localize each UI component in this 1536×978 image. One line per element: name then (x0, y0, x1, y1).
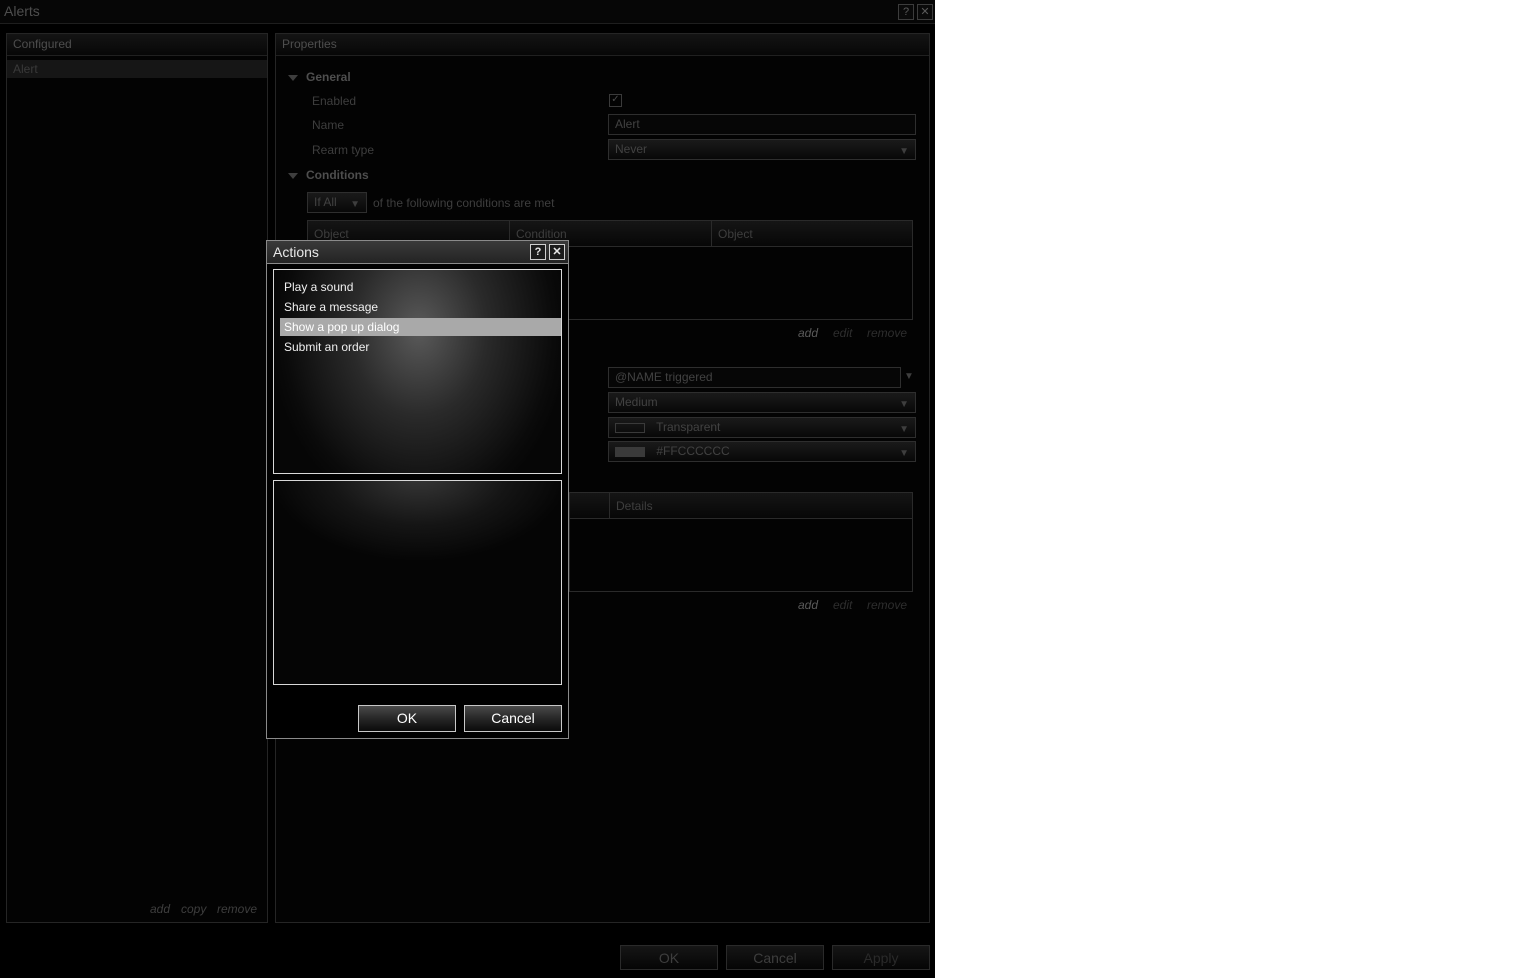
configured-copy-link[interactable]: copy (181, 902, 206, 916)
actions-list: Play a sound Share a message Show a pop … (273, 269, 562, 474)
foreground-color-select[interactable]: #FFCCCCCC ▼ (608, 441, 916, 462)
priority-value: Medium (615, 395, 658, 409)
rearm-type-select[interactable]: Never ▼ (608, 139, 916, 160)
color-swatch (615, 446, 645, 457)
actions-add-link[interactable]: add (798, 598, 818, 612)
rearm-type-value: Never (615, 142, 648, 156)
general-section-title: General (306, 70, 351, 84)
name-label: Name (312, 118, 345, 132)
help-icon[interactable]: ? (530, 244, 546, 260)
message-text-field[interactable]: @NAME triggered (608, 367, 901, 388)
dropdown-arrow-icon[interactable]: ▼ (904, 371, 914, 382)
ok-button[interactable]: OK (620, 945, 718, 970)
chevron-down-icon: ▼ (899, 399, 909, 410)
help-icon[interactable]: ? (898, 4, 914, 20)
window-title: Alerts (4, 3, 40, 19)
enabled-label: Enabled (312, 94, 357, 108)
conditions-remove-link[interactable]: remove (867, 326, 907, 340)
actions-details-header[interactable]: Details (610, 493, 912, 519)
background-color-select[interactable]: Transparent ▼ (608, 417, 916, 438)
configured-add-link[interactable]: add (150, 902, 170, 916)
configured-panel: Configured Alert add copy remove (6, 33, 268, 923)
priority-select[interactable]: Medium ▼ (608, 392, 916, 413)
rearm-type-label: Rearm type (312, 143, 375, 157)
conditions-add-link[interactable]: add (798, 326, 818, 340)
close-icon[interactable]: ✕ (549, 244, 565, 260)
list-item-selected[interactable]: Show a pop up dialog (280, 318, 561, 336)
dialog-cancel-button[interactable]: Cancel (464, 705, 562, 732)
cancel-button[interactable]: Cancel (726, 945, 824, 970)
chevron-down-icon: ▼ (899, 448, 909, 459)
actions-remove-link[interactable]: remove (867, 598, 907, 612)
window-titlebar: Alerts ? ✕ (0, 0, 935, 24)
enabled-checkbox[interactable]: ✓ (609, 94, 622, 107)
action-details-box (273, 480, 562, 685)
color-swatch (615, 422, 645, 433)
actions-edit-link[interactable]: edit (833, 598, 852, 612)
actions-column-header[interactable] (570, 493, 610, 519)
name-field[interactable]: Alert (608, 114, 916, 135)
configured-list-item[interactable]: Alert (7, 60, 267, 78)
dialog-titlebar: Actions ? ✕ (267, 241, 568, 264)
dialog-ok-button[interactable]: OK (358, 705, 456, 732)
properties-header: Properties (276, 34, 929, 56)
chevron-down-icon: ▼ (899, 424, 909, 435)
dialog-title: Actions (273, 244, 319, 260)
conditions-column-header[interactable]: Object (712, 221, 912, 247)
configured-remove-link[interactable]: remove (217, 902, 257, 916)
list-item[interactable]: Submit an order (280, 338, 561, 356)
condition-match-suffix: of the following conditions are met (373, 196, 555, 210)
collapse-triangle-icon[interactable] (288, 173, 298, 179)
chevron-down-icon: ▼ (350, 199, 360, 210)
collapse-triangle-icon[interactable] (288, 75, 298, 81)
actions-table: Details (569, 492, 913, 592)
foreground-color-value: #FFCCCCCC (656, 444, 730, 458)
apply-button[interactable]: Apply (832, 945, 930, 970)
list-item[interactable]: Play a sound (280, 278, 561, 296)
actions-dialog: Actions ? ✕ Play a sound Share a message… (266, 240, 569, 739)
conditions-section-title: Conditions (306, 168, 369, 182)
condition-match-value: If All (314, 195, 337, 209)
chevron-down-icon: ▼ (899, 146, 909, 157)
list-item[interactable]: Share a message (280, 298, 561, 316)
condition-match-select[interactable]: If All ▼ (307, 192, 367, 213)
background-color-value: Transparent (656, 420, 721, 434)
conditions-edit-link[interactable]: edit (833, 326, 852, 340)
close-icon[interactable]: ✕ (917, 4, 933, 20)
configured-header: Configured (7, 34, 267, 56)
configured-item-label: Alert (13, 62, 38, 76)
